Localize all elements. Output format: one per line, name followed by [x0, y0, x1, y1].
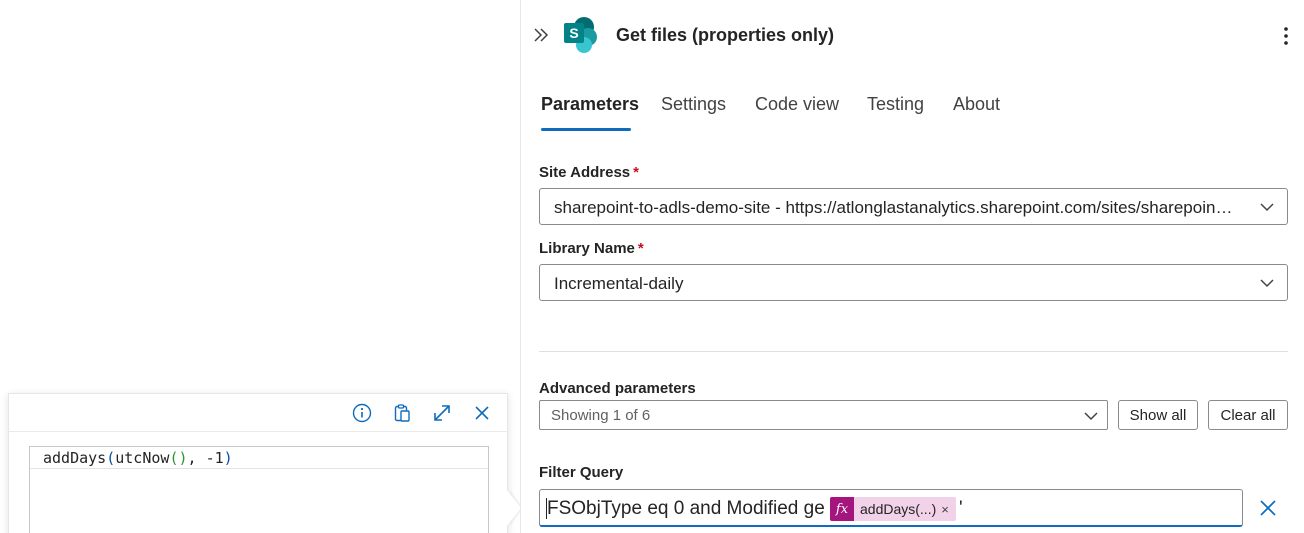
tab-parameters[interactable]: Parameters [541, 94, 639, 115]
canvas: addDays(utcNow(), -1) S Get files (prope… [0, 0, 1304, 533]
filter-query-input[interactable]: FSObjType eq 0 and Modified ge ' fx addD… [539, 489, 1243, 527]
expression-token-label: addDays(...) [860, 501, 937, 517]
expression-toolbar [9, 394, 507, 432]
filter-query-text-after: ' [959, 498, 963, 519]
tab-settings[interactable]: Settings [661, 94, 726, 115]
clipboard-paste-icon[interactable] [390, 402, 414, 424]
filter-query-label: Filter Query [539, 464, 624, 481]
close-icon[interactable] [470, 402, 494, 424]
panel-title: Get files (properties only) [616, 25, 835, 45]
expression-paren-open: ( [106, 449, 116, 467]
expand-icon[interactable] [430, 402, 454, 424]
advanced-parameters-label: Advanced parameters [539, 380, 696, 397]
remove-token-icon[interactable]: × [936, 502, 956, 517]
library-name-label-text: Library Name [539, 240, 635, 257]
expression-editor[interactable]: addDays(utcNow(), -1) [29, 446, 489, 533]
library-name-value: Incremental-daily [554, 274, 684, 293]
chevron-down-icon [1260, 203, 1274, 212]
library-name-label: Library Name * [539, 240, 644, 257]
required-marker: * [633, 164, 639, 181]
site-address-value: sharepoint-to-adls-demo-site - https://a… [554, 198, 1234, 217]
site-address-label-text: Site Address [539, 164, 631, 181]
expression-line[interactable]: addDays(utcNow(), -1) [30, 447, 488, 469]
more-options-icon[interactable] [1279, 24, 1293, 48]
clear-all-button[interactable]: Clear all [1208, 400, 1288, 430]
advanced-parameters-status: Showing 1 of 6 [551, 407, 651, 424]
expression-paren-close: ) [223, 449, 233, 467]
collapse-panel-icon[interactable] [531, 25, 551, 45]
chevron-down-icon [1260, 279, 1274, 288]
expression-token[interactable]: fx addDays(...) × [830, 497, 956, 521]
site-address-dropdown[interactable]: sharepoint-to-adls-demo-site - https://a… [539, 188, 1288, 225]
tab-code-view[interactable]: Code view [755, 94, 839, 115]
expression-popup: addDays(utcNow(), -1) [8, 393, 508, 533]
required-marker: * [637, 240, 644, 257]
function-icon: fx [830, 497, 854, 521]
tab-testing[interactable]: Testing [867, 94, 924, 115]
expression-paren-inner: () [169, 449, 188, 467]
expression-separator: , [187, 449, 206, 467]
filter-query-text-before: FSObjType eq 0 and Modified ge ' [547, 498, 834, 519]
clear-filter-query-icon[interactable] [1257, 497, 1279, 519]
site-address-label: Site Address * [539, 164, 639, 181]
chevron-down-icon [1084, 412, 1098, 421]
expression-function-addDays: addDays [43, 449, 107, 467]
show-all-button[interactable]: Show all [1118, 400, 1198, 430]
tab-about[interactable]: About [953, 94, 1000, 115]
library-name-dropdown[interactable]: Incremental-daily [539, 264, 1288, 301]
svg-text:S: S [569, 25, 578, 41]
expression-function-utcNow: utcNow [115, 449, 170, 467]
section-divider [539, 351, 1288, 352]
advanced-parameters-dropdown[interactable]: Showing 1 of 6 [539, 400, 1108, 430]
active-tab-indicator [541, 128, 631, 131]
action-details-panel: S Get files (properties only) Parameters… [520, 0, 1304, 533]
expression-argument: -1 [205, 449, 224, 467]
popup-pointer [507, 490, 521, 526]
sharepoint-logo-icon: S [563, 16, 599, 54]
info-icon[interactable] [350, 402, 374, 424]
